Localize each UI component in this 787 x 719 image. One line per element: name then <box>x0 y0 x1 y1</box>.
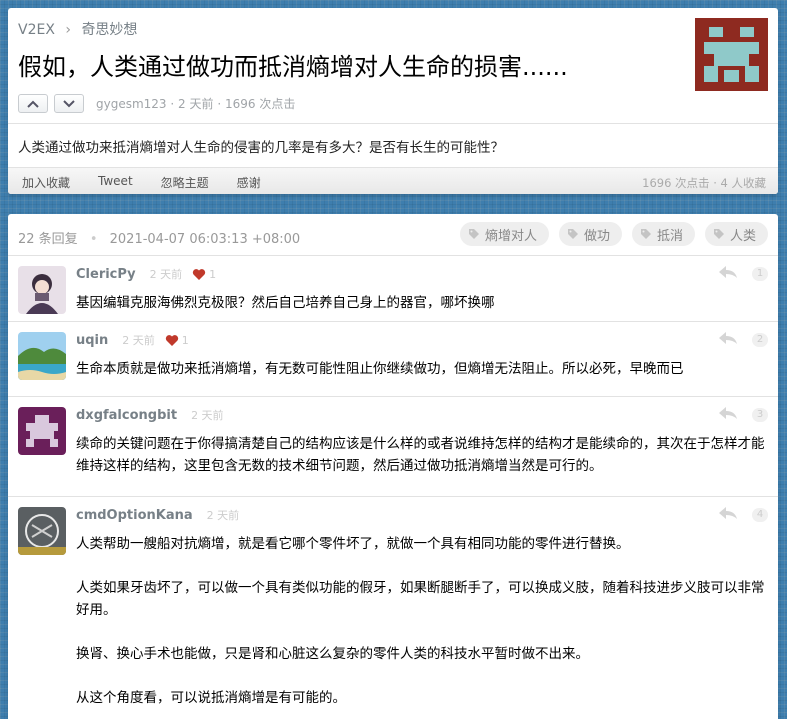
tag-link[interactable]: 熵增对人 <box>459 222 549 246</box>
floor-number: 2 <box>752 332 768 347</box>
thank-button[interactable]: 感谢 <box>237 174 261 191</box>
topic-header: V2EX › 奇思妙想 假如，人类通过做功而抵消熵增对人生命的损害...... … <box>8 8 778 124</box>
topic-time: 2 天前 <box>178 97 214 111</box>
favorite-button[interactable]: 加入收藏 <box>22 174 70 191</box>
tag-icon <box>640 228 652 240</box>
avatar-image <box>18 266 66 314</box>
reply-item: uqin 2 天前 1 2 生命本质就是做功来抵消熵增，有无数可能性阻止你继续做… <box>8 322 778 397</box>
breadcrumb-site-link[interactable]: V2EX <box>18 22 55 38</box>
avatar[interactable] <box>18 507 66 555</box>
topic-author-link[interactable]: gygesm123 <box>96 97 167 111</box>
floor-number: 3 <box>752 407 768 422</box>
reply-tools: 2 <box>718 330 768 349</box>
replies-info-separator: • <box>89 232 98 247</box>
reply-time: 2 天前 <box>149 268 183 281</box>
replies-box: 22 条回复 • 2021-04-07 06:03:13 +08:00 熵增对人… <box>8 214 778 719</box>
reply-time: 2 天前 <box>206 509 240 522</box>
reply-date: 2021-04-07 06:03:13 +08:00 <box>109 232 301 247</box>
topic-meta: gygesm123 · 2 天前 · 1696 次点击 <box>96 97 296 111</box>
tag-link[interactable]: 做功 <box>558 222 622 246</box>
topic-actions: 加入收藏 Tweet 忽略主题 感谢 <box>22 174 289 191</box>
reply-paragraph: 人类帮助一艘船对抗熵增，就是看它哪个零件坏了，就做一个具有相同功能的零件进行替换… <box>76 536 630 552</box>
vote-down-button[interactable] <box>54 94 84 113</box>
reply-username[interactable]: cmdOptionKana <box>76 508 193 523</box>
tweet-button[interactable]: Tweet <box>98 174 133 191</box>
avatar-image <box>18 332 66 380</box>
tag-link[interactable]: 抵消 <box>631 222 695 246</box>
reply-header: uqin 2 天前 1 <box>76 332 189 348</box>
tag-icon <box>468 228 480 240</box>
reply-arrow-icon[interactable] <box>718 405 738 424</box>
reply-header: ClericPy 2 天前 1 <box>76 266 216 282</box>
vote-up-button[interactable] <box>18 94 48 113</box>
reply-time: 2 天前 <box>122 334 155 347</box>
op-avatar-image <box>695 18 768 91</box>
floor-number: 1 <box>752 266 768 281</box>
reply-content: 人类帮助一艘船对抗熵增，就是看它哪个零件坏了，就做一个具有相同功能的零件进行替换… <box>76 533 766 709</box>
topic-footer: 加入收藏 Tweet 忽略主题 感谢 1696 次点击 · 4 人收藏 <box>8 168 778 194</box>
vote-row: gygesm123 · 2 天前 · 1696 次点击 <box>18 94 295 113</box>
breadcrumb: V2EX › 奇思妙想 <box>18 19 137 39</box>
avatar-image <box>18 407 66 455</box>
reply-username[interactable]: dxgfalcongbit <box>76 408 177 423</box>
reply-header: dxgfalcongbit 2 天前 <box>76 407 224 423</box>
reply-username[interactable]: ClericPy <box>76 267 136 282</box>
tag-label: 做功 <box>583 228 610 244</box>
reply-paragraph: 基因编辑克服海佛烈克极限？然后自己培养自己身上的器官，哪坏换哪 <box>76 295 495 311</box>
tag-icon <box>713 228 725 240</box>
reply-item: cmdOptionKana 2 天前 4 人类帮助一艘船对抗熵增，就是看它哪个零… <box>8 497 778 719</box>
reply-header: cmdOptionKana 2 天前 <box>76 507 239 523</box>
tag-label: 人类 <box>729 228 756 244</box>
thanks-count: 1 <box>209 267 217 281</box>
reply-content: 生命本质就是做功来抵消熵增，有无数可能性阻止你继续做功，但熵增无法阻止。所以必死… <box>76 358 766 380</box>
reply-paragraph: 生命本质就是做功来抵消熵增，有无数可能性阻止你继续做功，但熵增无法阻止。所以必死… <box>76 361 684 377</box>
topic-clicks: 1696 次点击 <box>224 97 296 111</box>
reply-arrow-icon[interactable] <box>718 264 738 283</box>
topic-stats: 1696 次点击 · 4 人收藏 <box>642 176 766 190</box>
ignore-topic-button[interactable]: 忽略主题 <box>161 174 209 191</box>
op-avatar[interactable] <box>695 18 768 91</box>
tag-icon <box>567 228 579 240</box>
avatar[interactable] <box>18 266 66 314</box>
tag-label: 熵增对人 <box>484 228 537 244</box>
topic-title: 假如，人类通过做功而抵消熵增对人生命的损害...... <box>18 53 568 81</box>
reply-item: dxgfalcongbit 2 天前 3 续命的关键问题在于你得搞清楚自己的结构… <box>8 397 778 497</box>
tag-list: 熵增对人 做功 抵消 人类 <box>450 222 768 246</box>
reply-username[interactable]: uqin <box>76 333 108 348</box>
topic-box: V2EX › 奇思妙想 假如，人类通过做功而抵消熵增对人生命的损害...... … <box>8 8 778 194</box>
avatar[interactable] <box>18 332 66 380</box>
reply-content: 基因编辑克服海佛烈克极限？然后自己培养自己身上的器官，哪坏换哪 <box>76 292 766 314</box>
reply-arrow-icon[interactable] <box>718 330 738 349</box>
floor-number: 4 <box>752 507 768 522</box>
breadcrumb-separator: › <box>65 22 71 38</box>
tag-link[interactable]: 人类 <box>704 222 768 246</box>
reply-paragraph: 人类如果牙齿坏了，可以做一个具有类似功能的假牙，如果断腿断手了，可以换成义肢，随… <box>76 580 765 618</box>
tag-label: 抵消 <box>656 228 683 244</box>
replies-info: 22 条回复 • 2021-04-07 06:03:13 +08:00 <box>18 228 300 247</box>
topic-content: 人类通过做功来抵消熵增对人生命的侵害的几率是有多大？是否有长生的可能性？ <box>8 124 778 168</box>
reply-paragraph: 续命的关键问题在于你得搞清楚自己的结构应该是什么样的或者说维持怎样的结构才是能续… <box>76 436 765 474</box>
avatar-image <box>18 507 66 555</box>
reply-time: 2 天前 <box>191 409 224 422</box>
chevron-down-icon <box>63 99 75 107</box>
reply-count: 22 条回复 <box>18 232 78 247</box>
avatar[interactable] <box>18 407 66 455</box>
reply-item: ClericPy 2 天前 1 1 基因编辑克服海佛烈克极限？然后自己培养自己身… <box>8 256 778 322</box>
reply-tools: 3 <box>718 405 768 424</box>
reply-content: 续命的关键问题在于你得搞清楚自己的结构应该是什么样的或者说维持怎样的结构才是能续… <box>76 433 766 477</box>
chevron-up-icon <box>27 100 39 108</box>
reply-tools: 1 <box>718 264 768 283</box>
heart-icon <box>192 268 206 281</box>
reply-paragraph: 换肾、换心手术也能做，只是肾和心脏这么复杂的零件人类的科技水平暂时做不出来。 <box>76 646 589 662</box>
heart-icon <box>165 334 179 347</box>
replies-header: 22 条回复 • 2021-04-07 06:03:13 +08:00 熵增对人… <box>8 214 778 256</box>
breadcrumb-node-link[interactable]: 奇思妙想 <box>81 22 137 38</box>
reply-tools: 4 <box>718 505 768 524</box>
reply-arrow-icon[interactable] <box>718 505 738 524</box>
reply-paragraph: 从这个角度看，可以说抵消熵增是有可能的。 <box>76 690 346 706</box>
thanks-count: 1 <box>181 333 189 347</box>
